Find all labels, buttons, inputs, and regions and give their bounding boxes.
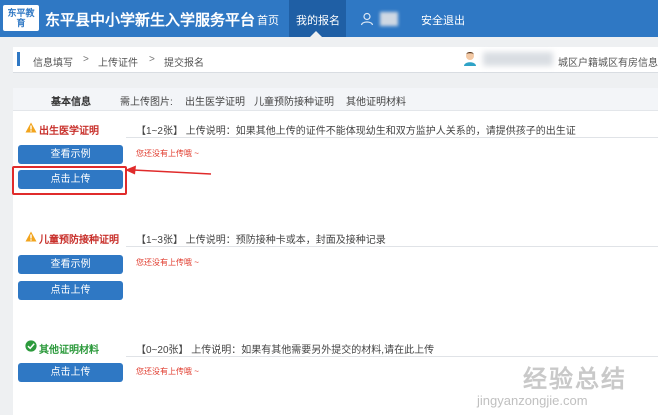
pointer-arrow-icon bbox=[125, 165, 212, 175]
user-name-redacted bbox=[380, 12, 398, 26]
breadcrumb-step-info[interactable]: 信息填写 bbox=[33, 54, 73, 69]
section-description-box: 【1~3张】 上传说明：预防接种卡或本，封面及接种记录 bbox=[126, 228, 658, 247]
panel-header: 基本信息 需上传图片: 出生医学证明 儿童预防接种证明 其他证明材料 bbox=[13, 88, 658, 111]
upload-empty-note: 您还没有上传哦 ~ bbox=[136, 367, 199, 376]
upload-button[interactable]: 点击上传 bbox=[18, 281, 123, 300]
upload-empty-note: 您还没有上传哦 ~ bbox=[136, 149, 199, 158]
user-info-redacted bbox=[483, 52, 553, 66]
upload-empty-note: 您还没有上传哦 ~ bbox=[136, 258, 199, 267]
nav-home[interactable]: 首页 bbox=[257, 12, 279, 28]
warning-icon bbox=[25, 231, 37, 242]
site-title: 东平县中小学新生入学服务平台 bbox=[45, 12, 256, 29]
logo-text: 东平教育 bbox=[7, 8, 35, 28]
view-example-button[interactable]: 查看示例 bbox=[18, 255, 123, 274]
check-icon bbox=[25, 340, 37, 352]
section-label-birth-certificate: 出生医学证明 bbox=[39, 126, 99, 137]
breadcrumb-step-submit[interactable]: 提交报名 bbox=[164, 54, 204, 69]
logout-link[interactable]: 安全退出 bbox=[421, 12, 465, 28]
watermark-text: 经验总结 bbox=[523, 366, 627, 393]
breadcrumb-accent-bar bbox=[17, 52, 20, 66]
required-item: 出生医学证明 bbox=[185, 97, 245, 108]
section-description: 【0~20张】 上传说明：如果有其他需要另外提交的材料,请在此上传 bbox=[136, 345, 435, 356]
breadcrumb-step-upload[interactable]: 上传证件 bbox=[98, 54, 138, 69]
top-navigation-bar: 东平教育 东平县中小学新生入学服务平台 首页 我的报名 安全退出 bbox=[0, 0, 658, 37]
section-description: 【1~3张】 上传说明：预防接种卡或本，封面及接种记录 bbox=[136, 235, 386, 246]
section-label-vaccination: 儿童预防接种证明 bbox=[39, 235, 119, 246]
upload-button[interactable]: 点击上传 bbox=[18, 363, 123, 382]
panel-header-title: 基本信息 bbox=[51, 97, 91, 108]
breadcrumb: 信息填写 > 上传证件 > 提交报名 城区户籍城区有房信息采集 bbox=[13, 47, 658, 73]
breadcrumb-separator: > bbox=[83, 54, 89, 65]
required-item: 儿童预防接种证明 bbox=[254, 97, 334, 108]
required-item: 其他证明材料 bbox=[346, 97, 406, 108]
section-description: 【1~2张】 上传说明：如果其他上传的证件不能体现幼生和双方监护人关系的，请提供… bbox=[136, 126, 576, 137]
nav-my-application[interactable]: 我的报名 bbox=[296, 12, 340, 28]
watermark-url: jingyanzongjie.com bbox=[477, 393, 588, 408]
active-tab-caret bbox=[310, 31, 322, 37]
avatar bbox=[464, 52, 476, 66]
warning-icon bbox=[25, 122, 37, 133]
view-example-button[interactable]: 查看示例 bbox=[18, 145, 123, 164]
site-logo[interactable]: 东平教育 bbox=[3, 5, 39, 31]
section-description-box: 【1~2张】 上传说明：如果其他上传的证件不能体现幼生和双方监护人关系的，请提供… bbox=[126, 119, 658, 138]
collection-type-label: 城区户籍城区有房信息采集 bbox=[558, 58, 658, 69]
breadcrumb-separator: > bbox=[149, 54, 155, 65]
watermark: 经验总结 jingyanzongjie.com bbox=[477, 355, 653, 415]
user-icon[interactable] bbox=[360, 12, 374, 26]
highlight-box bbox=[12, 166, 127, 195]
section-label-other-materials: 其他证明材料 bbox=[39, 345, 99, 356]
required-label: 需上传图片: bbox=[120, 97, 173, 108]
